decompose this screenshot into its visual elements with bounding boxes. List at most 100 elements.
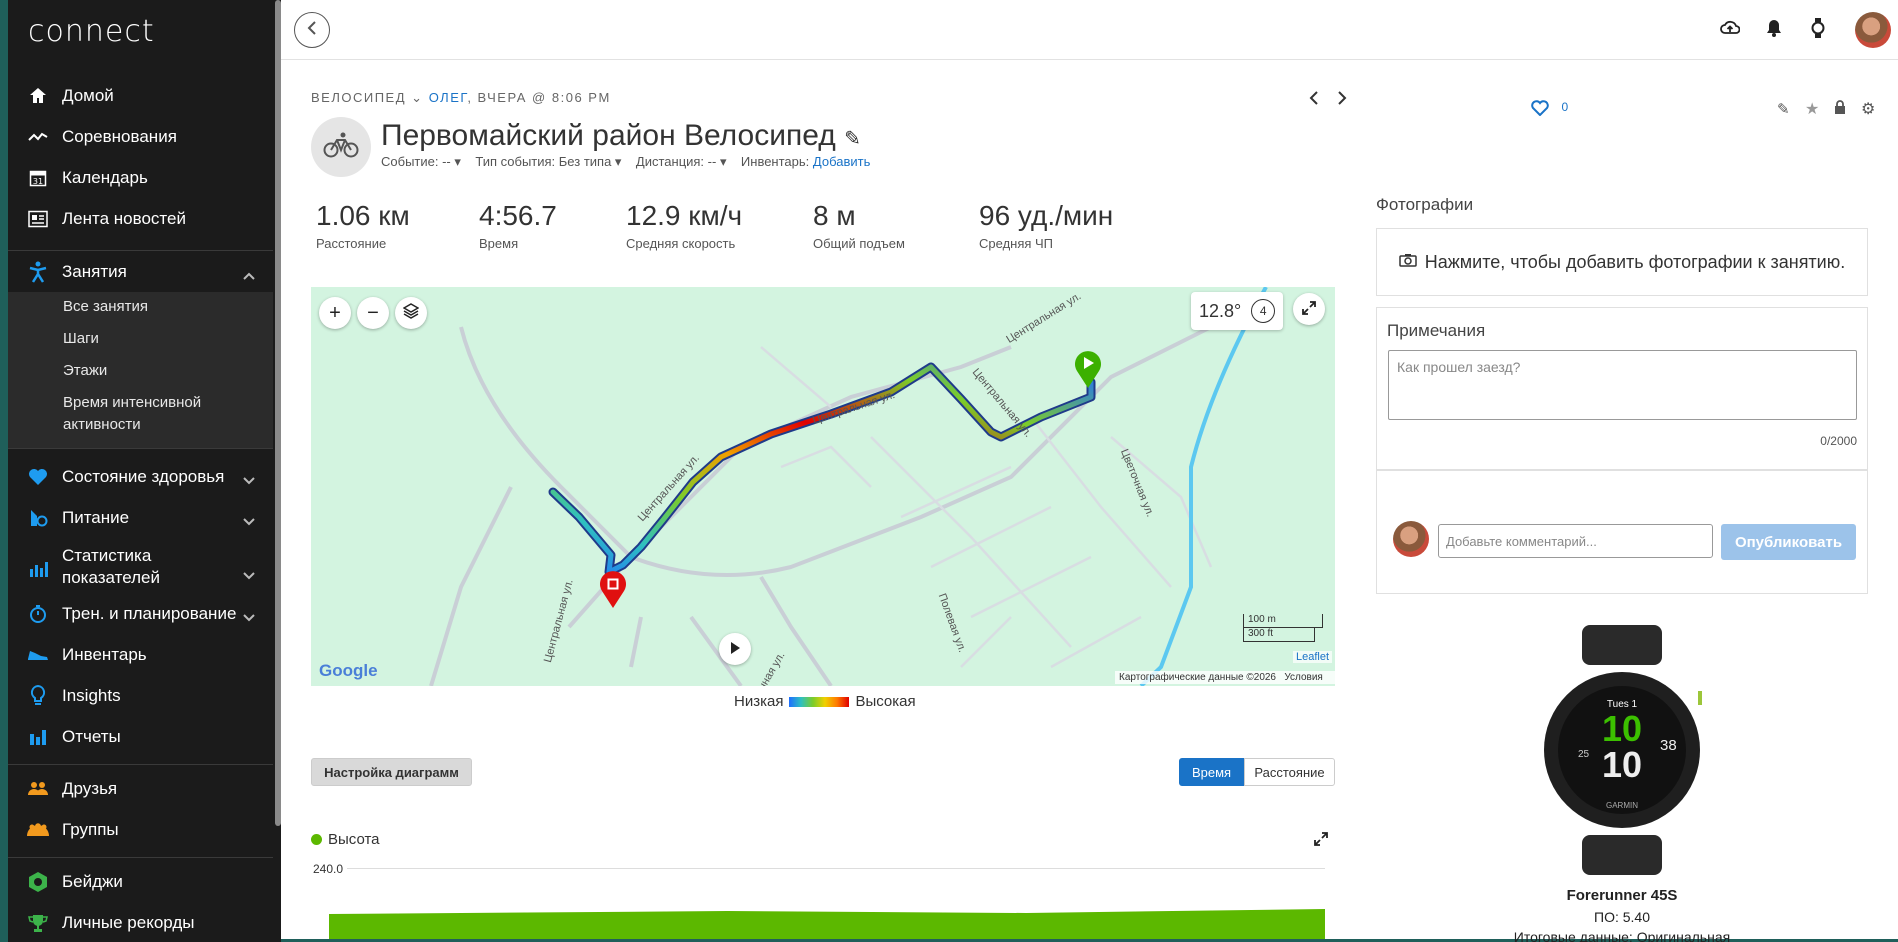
chevron-down-icon — [243, 511, 255, 531]
notes-textarea[interactable] — [1388, 350, 1857, 420]
toggle-distance-button[interactable]: Расстояние — [1244, 758, 1335, 786]
groups-icon — [26, 818, 50, 842]
shoe-icon — [26, 643, 50, 667]
divider — [8, 448, 273, 449]
device-firmware: ПО: 5.40 — [1594, 909, 1650, 925]
end-marker[interactable] — [598, 569, 628, 614]
lightbulb-icon — [26, 684, 50, 708]
sidebar-item-records[interactable]: Личные рекорды — [8, 903, 273, 942]
activity-type-dropdown[interactable]: ВЕЛОСИПЕД ⌄ — [311, 90, 424, 105]
sidebar-item-competitions[interactable]: Соревнования — [8, 117, 273, 157]
calendar-icon: 31 — [26, 166, 50, 190]
sidebar-item-friends[interactable]: Друзья — [8, 769, 273, 809]
activity-title[interactable]: Первомайский район Велосипед ✎ — [381, 119, 861, 153]
back-button[interactable] — [294, 12, 330, 48]
terms-link[interactable]: Условия — [1284, 672, 1323, 683]
submenu-all-activities[interactable]: Все занятия — [63, 296, 148, 318]
sidebar-item-label: Группы — [62, 820, 119, 839]
watch-brand: GARMIN — [1606, 801, 1638, 810]
sidebar-item-stats[interactable]: Статистика показателей — [8, 545, 273, 593]
sidebar-item-label: Домой — [62, 86, 114, 105]
publish-button[interactable]: Опубликовать — [1721, 524, 1856, 560]
sidebar-item-label: Занятия — [62, 262, 127, 281]
user-link[interactable]: ОЛЕГ — [429, 90, 468, 105]
submenu-steps[interactable]: Шаги — [63, 328, 99, 350]
map-attribution: Картографические данные ©2026 Условия — [1115, 671, 1335, 684]
stat-speed-value: 12.9 км/ч — [626, 200, 743, 231]
device-image: Tues 1 10 10 38 25 GARMIN — [1542, 625, 1702, 875]
sidebar-item-training[interactable]: Трен. и планирование — [8, 594, 273, 634]
right-panel: 0 ✎ ★ ⚙ Фотографии Нажмите, чтобы добави… — [1376, 0, 1898, 942]
distance-dropdown[interactable]: Дистанция: -- ▾ — [636, 154, 727, 169]
legend-dot — [311, 834, 322, 845]
chart-expand-button[interactable] — [1314, 832, 1328, 851]
fullscreen-button[interactable] — [1293, 293, 1325, 325]
sidebar-item-nutrition[interactable]: Питание — [8, 498, 273, 538]
sidebar-item-badges[interactable]: Бейджи — [8, 862, 273, 902]
play-route-button[interactable] — [719, 633, 751, 665]
temperature: 12.8° — [1199, 300, 1242, 321]
grid-line — [347, 868, 1325, 869]
map-roads — [429, 287, 1268, 686]
settings-button[interactable]: ⚙ — [1861, 99, 1875, 119]
camera-icon — [1399, 253, 1417, 272]
sidebar-item-label: Insights — [62, 686, 121, 705]
zoom-out-button[interactable]: − — [357, 297, 389, 329]
toggle-time-button[interactable]: Время — [1179, 758, 1244, 786]
connect-logo[interactable]: connect — [28, 14, 155, 49]
chevron-left-icon — [1309, 91, 1319, 109]
sidebar-item-label: Трен. и планирование — [62, 604, 237, 623]
sidebar-item-label: Лента новостей — [62, 209, 186, 228]
stat-time-label: Время — [479, 236, 519, 251]
sidebar-item-home[interactable]: Домой — [8, 76, 273, 116]
submenu-intensity-minutes-line2[interactable]: активности — [63, 414, 141, 436]
sidebar-item-activities[interactable]: Занятия — [8, 252, 273, 292]
sidebar-item-newsfeed[interactable]: Лента новостей — [8, 199, 273, 239]
sidebar-item-label: Питание — [62, 508, 130, 527]
map-legend: Низкая Высокая — [734, 693, 916, 710]
divider — [8, 857, 273, 858]
chevron-up-icon — [243, 265, 255, 285]
zoom-in-button[interactable]: + — [319, 297, 351, 329]
divider — [8, 250, 273, 251]
chevron-right-icon — [1337, 91, 1347, 109]
comment-input[interactable] — [1438, 524, 1713, 558]
sidebar-item-gear[interactable]: Инвентарь — [8, 635, 273, 675]
route-map[interactable]: Центральная ул. Центральная ул. Централь… — [311, 287, 1335, 686]
home-icon — [26, 84, 50, 108]
edit-button[interactable]: ✎ — [1777, 100, 1790, 119]
layers-icon — [402, 302, 420, 325]
chart-settings-button[interactable]: Настройка диаграмм — [311, 758, 472, 786]
device-name[interactable]: Forerunner 45S — [1376, 887, 1868, 904]
start-marker[interactable] — [1073, 349, 1103, 394]
event-type-dropdown[interactable]: Тип события: Без типа ▾ — [475, 154, 621, 169]
pencil-icon[interactable]: ✎ — [844, 128, 861, 150]
favorite-button[interactable]: ★ — [1805, 99, 1819, 119]
submenu-intensity-minutes[interactable]: Время интенсивной — [63, 392, 201, 414]
add-gear-link[interactable]: Добавить — [813, 154, 870, 169]
star-icon: ★ — [1805, 101, 1820, 118]
next-activity-button[interactable] — [1337, 91, 1347, 110]
chevron-left-icon — [307, 20, 317, 40]
event-dropdown[interactable]: Событие: -- ▾ — [381, 154, 461, 169]
leaflet-link[interactable]: Leaflet — [1293, 651, 1333, 663]
sidebar-item-groups[interactable]: Группы — [8, 810, 273, 850]
activity-meta: Событие: -- ▾ Тип события: Без типа ▾ Ди… — [381, 154, 870, 170]
prev-activity-button[interactable] — [1309, 91, 1319, 110]
friends-icon — [26, 777, 50, 801]
submenu-floors[interactable]: Этажи — [63, 360, 107, 382]
badge-icon — [26, 870, 50, 894]
wind-badge: 4 — [1251, 299, 1276, 323]
sidebar-item-reports[interactable]: Отчеты — [8, 717, 273, 757]
stat-ascent-label: Общий подъем — [813, 236, 905, 251]
bicycle-icon — [323, 132, 359, 163]
sidebar-item-label: Личные рекорды — [62, 913, 195, 932]
sidebar-item-insights[interactable]: Insights — [8, 676, 273, 716]
sidebar-item-calendar[interactable]: 31 Календарь — [8, 158, 273, 198]
add-photos-card[interactable]: Нажмите, чтобы добавить фотографии к зан… — [1376, 228, 1868, 296]
trophy-icon — [26, 911, 50, 935]
layers-button[interactable] — [395, 297, 427, 329]
sidebar-item-health[interactable]: Состояние здоровья — [8, 457, 273, 497]
privacy-button[interactable] — [1834, 100, 1846, 119]
like-button[interactable]: 0 — [1531, 100, 1568, 121]
